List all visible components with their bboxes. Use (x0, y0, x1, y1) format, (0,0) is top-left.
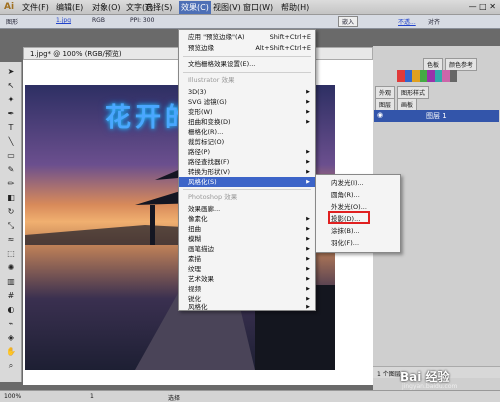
layer-row[interactable]: ◉ 图层 1 (374, 110, 499, 122)
type-tool-icon[interactable]: T (4, 122, 18, 134)
illustrator-effects-header: Illustrator 效果 (188, 76, 235, 84)
photoshop-effects-header: Photoshop 效果 (188, 193, 238, 201)
menu-view[interactable]: 视图(V) (213, 2, 241, 13)
swatch[interactable] (427, 70, 435, 82)
watermark-url: jingyan.baidu.com (402, 383, 458, 390)
menu-item-last-effect[interactable]: 预览边缘 Alt+Shift+Ctrl+E (179, 43, 315, 53)
align-label[interactable]: 对齐 (428, 17, 440, 26)
status-bar: 100% 1 选择 (0, 390, 500, 402)
menu-file[interactable]: 文件(F) (22, 2, 49, 13)
control-bar: 图形 1.jpg RGB PPI: 300 嵌入 不透... 对齐 (0, 15, 500, 29)
menu-item-effect-gallery[interactable]: 效果画廊... (179, 204, 315, 214)
rotate-tool-icon[interactable]: ↻ (4, 206, 18, 218)
linked-file-link[interactable]: 1.jpg (56, 17, 71, 24)
eyedropper-icon[interactable]: ⌁ (4, 318, 18, 330)
style-label: 图形 (6, 19, 19, 26)
document-tab-label: 1.jpg* @ 100% (RGB/预览) (30, 50, 122, 58)
submenu-item-scribble[interactable]: 涂抹(B)... (316, 226, 400, 236)
window-controls[interactable]: — □ ✕ (469, 2, 496, 11)
menu-item-crop-marks[interactable]: 裁剪标记(O) (179, 137, 315, 147)
menu-bar: Ai 文件(F) 编辑(E) 对象(O) 文字(T) 选择(S) 效果(C) 视… (0, 0, 500, 15)
submenu-item-feather[interactable]: 羽化(F)... (316, 238, 400, 248)
color-mode: RGB (92, 17, 105, 24)
menu-effect[interactable]: 效果(C) (179, 1, 211, 14)
opacity-link[interactable]: 不透... (398, 17, 416, 26)
menu-item-texture[interactable]: 纹理 ▶ (179, 264, 315, 274)
blend-tool-icon[interactable]: ◈ (4, 332, 18, 344)
menu-item-video[interactable]: 视频 ▶ (179, 284, 315, 294)
mesh-tool-icon[interactable]: # (4, 290, 18, 302)
app-logo: Ai (4, 2, 15, 12)
menu-item-blur[interactable]: 模糊 ▶ (179, 234, 315, 244)
menu-window[interactable]: 窗口(W) (243, 2, 273, 13)
swatch[interactable] (404, 70, 412, 82)
swatch[interactable] (397, 70, 405, 82)
submenu-item-round-corners[interactable]: 圆角(R)... (316, 190, 400, 200)
pencil-tool-icon[interactable]: ✏ (4, 178, 18, 190)
menu-item-artistic[interactable]: 艺术效果 ▶ (179, 274, 315, 284)
menu-item-path[interactable]: 路径(P) ▶ (179, 147, 315, 157)
menu-item-raster-settings[interactable]: 文档栅格效果设置(E)... (179, 59, 315, 69)
swatch[interactable] (412, 70, 420, 82)
menu-item-svg-filters[interactable]: SVG 滤镜(G) ▶ (179, 97, 315, 107)
layer-name[interactable]: 图层 1 (426, 111, 447, 121)
tools-panel: ➤ ↖ ✦ ✒ T ╲ ▭ ✎ ✏ ◧ ↻ ⤡ ≈ ⬚ ✺ ▥ # ◐ ⌁ ◈ … (0, 62, 22, 382)
stylize-submenu: 内发光(I)... 圆角(R)... 外发光(O)... 投影(D)... 涂抹… (315, 174, 401, 253)
menu-edit[interactable]: 编辑(E) (56, 2, 83, 13)
pen-tool-icon[interactable]: ✒ (4, 108, 18, 120)
menu-item-apply-last[interactable]: 应用 "预览边缘"(A) Shift+Ctrl+E (179, 32, 315, 42)
zoom-tool-icon[interactable]: ⌕ (4, 360, 18, 372)
swatch[interactable] (442, 70, 450, 82)
ppi-label: PPI: 300 (130, 17, 155, 24)
zoom-level[interactable]: 100% (4, 393, 21, 400)
highlight-annotation-box (328, 211, 370, 224)
magic-wand-icon[interactable]: ✦ (4, 94, 18, 106)
menu-item-distort-transform[interactable]: 扭曲和变换(D) ▶ (179, 117, 315, 127)
warp-tool-icon[interactable]: ≈ (4, 234, 18, 246)
menu-item-convert-to-shape[interactable]: 转换为形状(V) ▶ (179, 167, 315, 177)
swatch[interactable] (449, 70, 457, 82)
submenu-item-inner-glow[interactable]: 内发光(I)... (316, 178, 400, 188)
menu-item-stylize[interactable]: 风格化(S) ▶ (179, 177, 315, 187)
embed-button[interactable]: 嵌入 (338, 16, 359, 27)
swatch[interactable] (434, 70, 442, 82)
menu-item-pathfinder[interactable]: 路径查找器(F) ▶ (179, 157, 315, 167)
selection-tool-icon[interactable]: ➤ (4, 66, 18, 78)
direct-selection-icon[interactable]: ↖ (4, 80, 18, 92)
menu-item-3d[interactable]: 3D(3) ▶ (179, 87, 315, 97)
free-transform-icon[interactable]: ⬚ (4, 248, 18, 260)
menu-item-brush-strokes[interactable]: 画笔描边 ▶ (179, 244, 315, 254)
visibility-eye-icon[interactable]: ◉ (377, 111, 383, 119)
brush-tool-icon[interactable]: ✎ (4, 164, 18, 176)
rectangle-tool-icon[interactable]: ▭ (4, 150, 18, 162)
current-tool: 选择 (168, 395, 181, 402)
menu-help[interactable]: 帮助(H) (281, 2, 309, 13)
menu-object[interactable]: 对象(O) (92, 2, 121, 13)
eraser-tool-icon[interactable]: ◧ (4, 192, 18, 204)
menu-select[interactable]: 选择(S) (145, 2, 172, 13)
scale-tool-icon[interactable]: ⤡ (4, 220, 18, 232)
gradient-tool-icon[interactable]: ◐ (4, 304, 18, 316)
symbol-sprayer-icon[interactable]: ✺ (4, 262, 18, 274)
artboard-number[interactable]: 1 (90, 393, 94, 400)
line-tool-icon[interactable]: ╲ (4, 136, 18, 148)
layer-count: 1 个图层 (377, 371, 401, 378)
menu-item-sketch[interactable]: 素描 ▶ (179, 254, 315, 264)
effect-dropdown-menu: 应用 "预览边缘"(A) Shift+Ctrl+E 预览边缘 Alt+Shift+C… (178, 29, 316, 311)
graph-tool-icon[interactable]: ▥ (4, 276, 18, 288)
menu-item-pixelate[interactable]: 像素化 ▶ (179, 214, 315, 224)
swatch-strip[interactable] (397, 70, 457, 82)
swatch[interactable] (419, 70, 427, 82)
menu-item-ps-stylize[interactable]: 风格化 ▶ (179, 302, 315, 311)
menu-item-rasterize[interactable]: 栅格化(R)... (179, 127, 315, 137)
menu-item-warp[interactable]: 变形(W) ▶ (179, 107, 315, 117)
menu-item-distort[interactable]: 扭曲 ▶ (179, 224, 315, 234)
hand-tool-icon[interactable]: ✋ (4, 346, 18, 358)
